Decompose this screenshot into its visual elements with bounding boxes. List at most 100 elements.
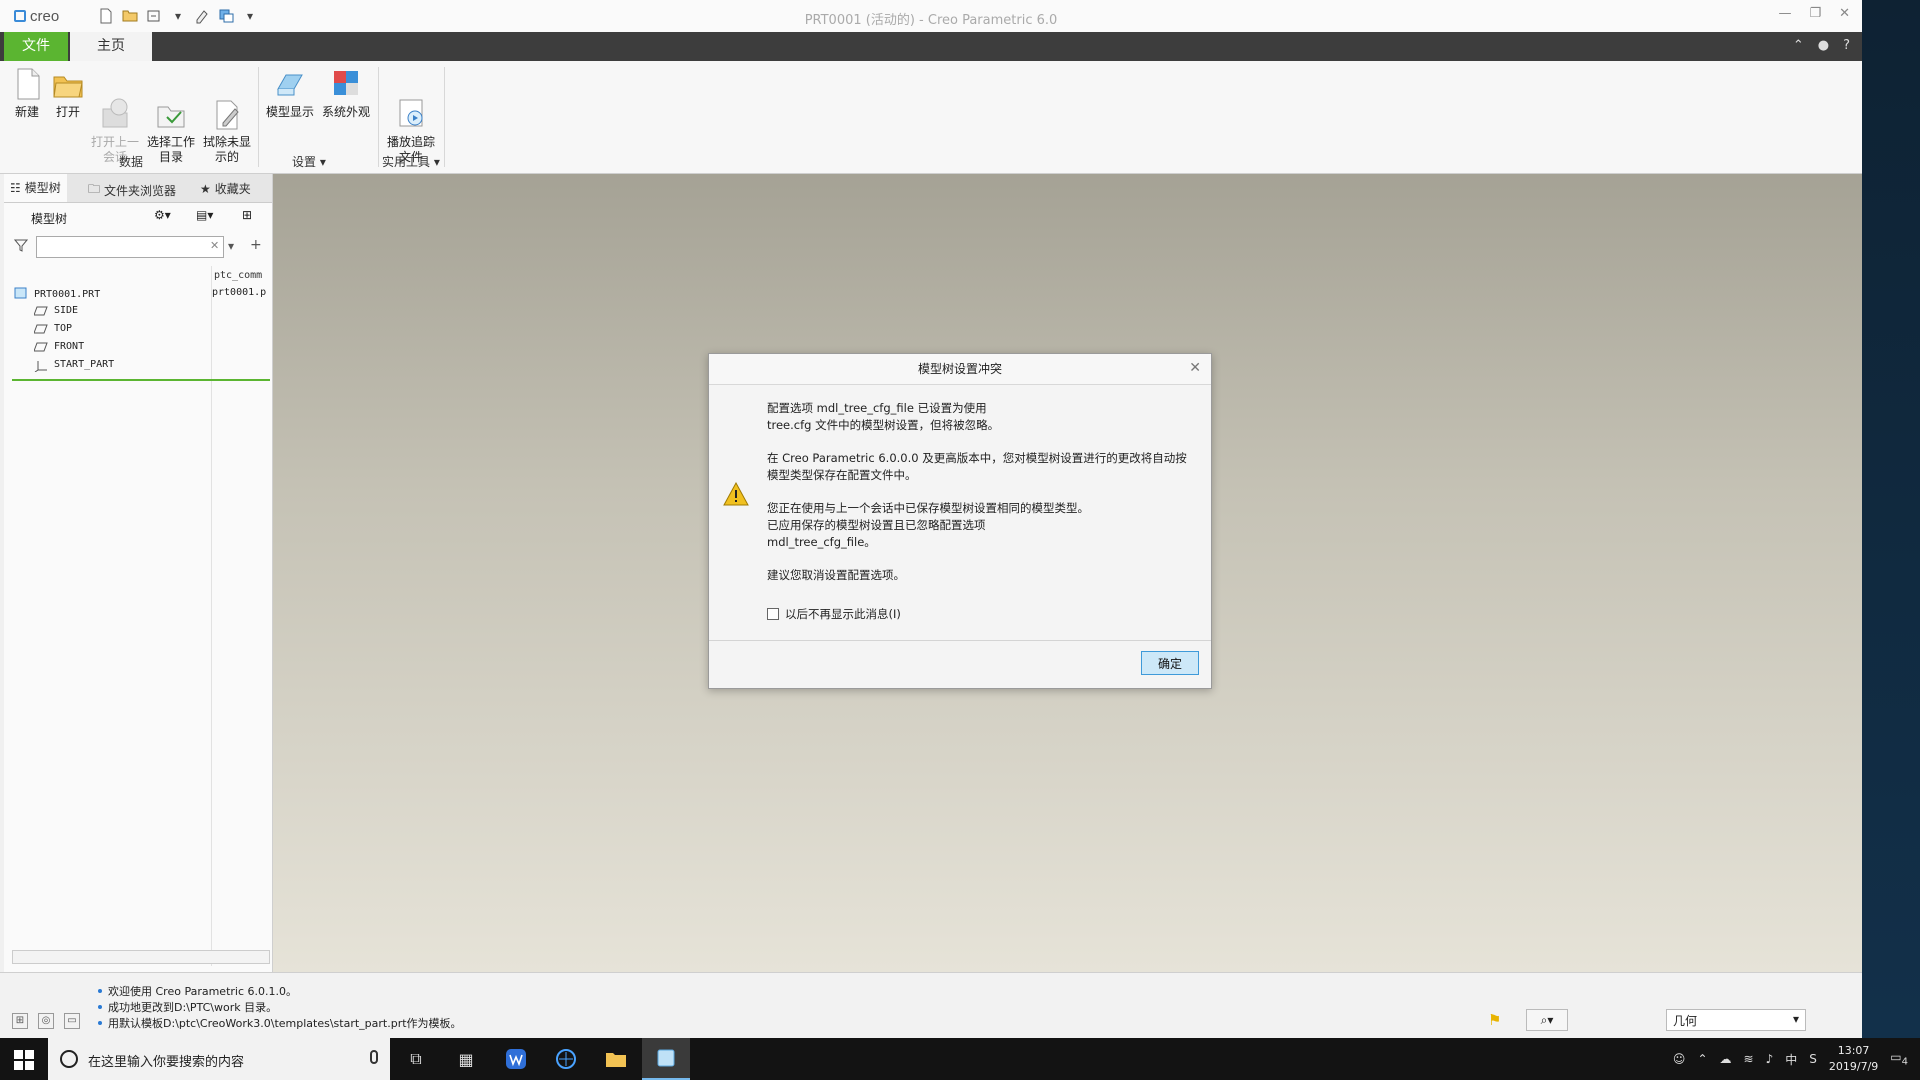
- model-tree-toolbar: 模型树 ⚙▾ ▤▾ ⊞: [4, 204, 272, 230]
- open-folder-large-icon: [52, 67, 84, 101]
- ribbon-separator: [258, 67, 259, 167]
- tree-settings-conflict-dialog: 模型树设置冲突 ✕ 配置选项 mdl_tree_cfg_file 已设置为使用 …: [708, 353, 1212, 689]
- select-directory-label: 选择工作 目录: [146, 135, 195, 164]
- close-icon[interactable]: ✕: [1839, 6, 1850, 21]
- selection-filter-dropdown[interactable]: 几何 ▾: [1666, 1009, 1806, 1031]
- model-tree-title: 模型树: [31, 212, 68, 226]
- open-last-session-button[interactable]: 打开上一 会话: [88, 67, 142, 165]
- chevron-down-icon: ▾: [430, 155, 440, 169]
- open-button[interactable]: 打开: [52, 67, 84, 120]
- tree-item-top[interactable]: TOP: [33, 323, 72, 334]
- microphone-icon[interactable]: [370, 1050, 378, 1064]
- dont-show-again-checkbox[interactable]: 以后不再显示此消息(I): [767, 606, 901, 622]
- tree-root-item[interactable]: PRT0001.PRT: [14, 287, 100, 302]
- people-icon[interactable]: ☺: [1673, 1052, 1686, 1066]
- horizontal-scrollbar[interactable]: [12, 950, 270, 964]
- browser-icon[interactable]: [542, 1038, 590, 1080]
- file-explorer-icon[interactable]: [592, 1038, 640, 1080]
- tree-item-label: SIDE: [54, 305, 79, 316]
- erase-label: 拭除未显 示的: [202, 135, 251, 164]
- tree-column-header[interactable]: ptc_comm: [214, 270, 262, 281]
- tree-item-side[interactable]: SIDE: [33, 305, 79, 316]
- search-row: ✕ ▾ +: [4, 234, 272, 260]
- tab-file[interactable]: 文件: [4, 32, 68, 61]
- tab-home[interactable]: 主页: [70, 32, 152, 61]
- coordinate-system-icon: [34, 360, 48, 372]
- clock-date: 2019/7/9: [1828, 1060, 1879, 1073]
- help-icon[interactable]: ?: [1843, 38, 1850, 53]
- system-tray: ☺ ⌃ ☁ ≋ ♪ 中 S 13:07 2019/7/9 ▭4: [1673, 1038, 1920, 1080]
- minimize-icon[interactable]: —: [1778, 6, 1791, 21]
- tab-folder-browser[interactable]: 🗀 文件夹浏览器: [88, 180, 176, 201]
- taskbar-search[interactable]: 在这里输入你要搜索的内容: [48, 1038, 390, 1080]
- navigator-toggle-icon[interactable]: ⊞: [12, 1013, 28, 1029]
- warning-icon: [723, 481, 749, 506]
- show-hidden-icons-icon[interactable]: ⌃: [1697, 1052, 1707, 1066]
- checkbox-label: 以后不再显示此消息(I): [785, 607, 901, 621]
- cortana-icon: [60, 1050, 78, 1068]
- column-divider: [211, 266, 212, 966]
- network-icon[interactable]: ≋: [1744, 1052, 1754, 1066]
- group-settings-label[interactable]: 设置 ▾: [292, 153, 326, 170]
- volume-icon[interactable]: ♪: [1766, 1052, 1774, 1066]
- message-text: 成功地更改到D:\PTC\work 目录。: [108, 1001, 278, 1014]
- action-center-icon[interactable]: ▭4: [1890, 1050, 1908, 1067]
- utilities-group-text: 实用工具: [382, 155, 431, 169]
- add-filter-icon[interactable]: +: [250, 237, 262, 253]
- creo-taskbar-icon[interactable]: [642, 1038, 690, 1080]
- window-title: PRT0001 (活动的) - Creo Parametric 6.0: [804, 13, 1058, 28]
- browser-toggle-icon[interactable]: ◎: [38, 1013, 54, 1029]
- collapse-ribbon-icon[interactable]: ⌃: [1793, 38, 1804, 53]
- dialog-paragraph: 配置选项 mdl_tree_cfg_file 已设置为使用 tree.cfg 文…: [767, 401, 1000, 432]
- wps-icon[interactable]: [492, 1038, 540, 1080]
- system-appearance-icon: [330, 67, 362, 101]
- filter-funnel-icon[interactable]: [13, 238, 29, 255]
- tree-item-front[interactable]: FRONT: [33, 341, 85, 352]
- tab-favorites[interactable]: ★ 收藏夹: [200, 180, 251, 197]
- erase-not-displayed-button[interactable]: 拭除未显 示的: [200, 67, 254, 165]
- tree-item-start-part[interactable]: START_PART: [34, 359, 114, 372]
- user-icon[interactable]: ●: [1818, 38, 1829, 53]
- dialog-close-icon[interactable]: ✕: [1189, 360, 1201, 376]
- ribbon-separator: [444, 67, 445, 167]
- tree-settings-icon[interactable]: ⚙▾: [154, 208, 171, 222]
- insert-here-indicator[interactable]: [12, 379, 270, 381]
- erase-icon: [211, 82, 243, 130]
- task-view-icon[interactable]: ⧉: [392, 1038, 440, 1080]
- title-bar: creo ▾ ▾ PRT0001 (活动的) - Creo Parametric…: [0, 0, 1862, 33]
- model-display-button[interactable]: 模型显示: [264, 67, 316, 120]
- new-button[interactable]: 新建: [12, 67, 42, 120]
- flag-icon[interactable]: ⚑: [1488, 1011, 1501, 1029]
- maximize-icon[interactable]: ❐: [1809, 6, 1821, 21]
- ribbon-tabs: 文件 主页 ⌃ ● ?: [0, 32, 1862, 61]
- folder-browser-icon: 🗀: [88, 182, 101, 196]
- select-working-directory-button[interactable]: 选择工作 目录: [144, 67, 198, 165]
- find-button[interactable]: ⌕▾: [1526, 1009, 1568, 1031]
- system-appearance-button[interactable]: 系统外观: [320, 67, 372, 120]
- dialog-message: 配置选项 mdl_tree_cfg_file 已设置为使用 tree.cfg 文…: [767, 400, 1199, 600]
- tree-filters-icon[interactable]: ⊞: [242, 208, 252, 222]
- status-bar: 欢迎使用 Creo Parametric 6.0.1.0。 成功地更改到D:\P…: [0, 972, 1862, 1038]
- model-tree-search-input[interactable]: [36, 236, 224, 258]
- search-options-icon[interactable]: ▾: [228, 239, 234, 253]
- windows-start-icon[interactable]: [14, 1050, 34, 1070]
- onedrive-icon[interactable]: ☁: [1720, 1052, 1732, 1066]
- fullscreen-toggle-icon[interactable]: ▭: [64, 1013, 80, 1029]
- tree-item-label: FRONT: [54, 341, 85, 352]
- show-menu-icon[interactable]: ▤▾: [196, 208, 213, 222]
- select-directory-icon: [155, 82, 187, 128]
- ok-button[interactable]: 确定: [1141, 651, 1199, 675]
- search-placeholder: 在这里输入你要搜索的内容: [88, 1055, 245, 1070]
- calculator-icon[interactable]: ▦: [442, 1038, 490, 1080]
- clear-search-icon[interactable]: ✕: [210, 239, 219, 252]
- group-utilities-label[interactable]: 实用工具 ▾: [382, 153, 440, 170]
- tab-model-tree[interactable]: ☷ 模型树: [4, 174, 67, 202]
- sogou-icon[interactable]: S: [1809, 1052, 1817, 1066]
- play-trail-file-button[interactable]: 播放追踪 文件: [384, 67, 438, 165]
- clock[interactable]: 13:07 2019/7/9: [1829, 1043, 1878, 1075]
- dialog-title: 模型树设置冲突: [709, 354, 1211, 385]
- input-method-indicator[interactable]: 中: [1785, 1051, 1797, 1068]
- part-icon: [14, 287, 28, 302]
- datum-plane-icon: [33, 342, 48, 352]
- checkbox-box[interactable]: [767, 608, 779, 620]
